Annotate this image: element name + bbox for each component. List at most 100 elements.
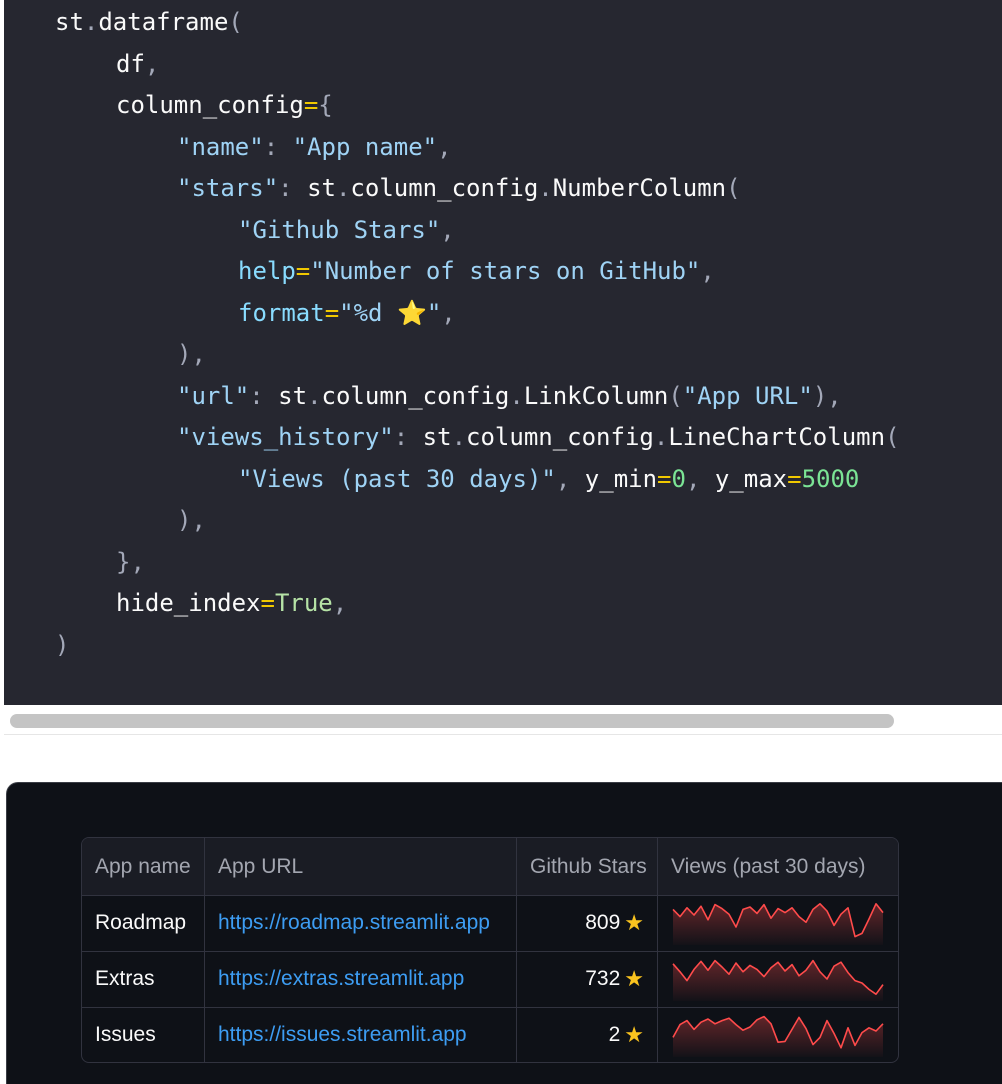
code-token: = (787, 464, 802, 493)
code-token: dataframe (98, 8, 229, 36)
code-line: "views_history": st.column_config.LineCh… (177, 422, 900, 452)
code-line: ) (55, 630, 69, 660)
code-line: ), (177, 505, 206, 535)
code-line: format="%d ⭐", (238, 298, 456, 328)
column-header-app-url[interactable]: App URL (205, 838, 517, 895)
code-token: st (55, 8, 84, 36)
code-token: "name" (177, 132, 264, 161)
code-token: . (451, 423, 467, 451)
cell-app-url[interactable]: https://roadmap.streamlit.app (205, 895, 517, 951)
code-token: st (307, 174, 336, 202)
code-token: . (335, 174, 351, 202)
star-icon: ★ (624, 910, 644, 935)
star-icon: ★ (624, 1022, 644, 1047)
column-header-label: App name (95, 854, 191, 878)
code-token: : (393, 423, 423, 451)
column-header-views[interactable]: Views (past 30 days) (658, 838, 898, 895)
code-token: ( (726, 174, 741, 202)
table-row[interactable]: Issues https://issues.streamlit.app 2 ★ (82, 1007, 898, 1062)
code-token: ( (668, 381, 683, 410)
code-token: , (555, 464, 585, 493)
code-token: column_config (321, 381, 510, 410)
code-token: y_max (714, 464, 788, 493)
code-line: column_config={ (116, 90, 333, 120)
code-token: y_min (584, 464, 658, 493)
code-token: { (318, 91, 333, 119)
code-token: "%d ⭐" (339, 298, 442, 327)
code-line: hide_index=True, (116, 588, 347, 618)
code-token: = (657, 464, 672, 493)
code-token: df (116, 49, 145, 78)
code-line: ), (177, 339, 206, 369)
column-header-label: Views (past 30 days) (671, 854, 866, 878)
code-token: NumberColumn (552, 174, 727, 202)
code-token: , (440, 215, 455, 244)
code-token: = (303, 91, 319, 119)
table-header-row: App name App URL Github Stars Views (pas… (82, 838, 898, 896)
cell-text: Extras (95, 967, 155, 990)
code-token: 0 (671, 464, 686, 493)
code-token: "Github Stars" (238, 215, 441, 244)
code-token: = (295, 257, 311, 285)
table-row[interactable]: Roadmap https://roadmap.streamlit.app 80… (82, 895, 898, 952)
code-token: = (260, 589, 275, 617)
cell-github-stars[interactable]: 809 ★ (517, 895, 658, 951)
cell-app-name[interactable]: Issues (82, 1007, 205, 1062)
table-row[interactable]: Extras https://extras.streamlit.app 732 ★ (82, 951, 898, 1008)
column-header-app-name[interactable]: App name (82, 838, 205, 895)
cell-text: Roadmap (95, 911, 187, 934)
column-header-label: App URL (218, 854, 304, 878)
code-token: }, (116, 547, 145, 576)
code-token: "views_history" (177, 423, 394, 451)
code-token: = (324, 298, 340, 327)
code-token: : (263, 132, 293, 161)
code-token: , (700, 257, 715, 285)
code-token: st (422, 423, 452, 451)
stars-value: 2 (608, 1023, 621, 1046)
cell-app-name[interactable]: Extras (82, 951, 205, 1007)
code-token: "Number of stars on GitHub" (310, 257, 701, 285)
code-line: "name": "App name", (177, 132, 452, 162)
cell-text: Issues (95, 1023, 156, 1046)
code-line: "Github Stars", (238, 215, 455, 245)
code-line: "stars": st.column_config.NumberColumn( (177, 173, 741, 203)
code-token: "Views (past 30 days)" (238, 464, 556, 493)
code-token: ( (228, 8, 243, 36)
code-token: : (278, 174, 308, 202)
code-token: LinkColumn (523, 381, 669, 410)
cell-views-sparkline[interactable] (658, 1007, 898, 1062)
code-token: column_config (116, 91, 304, 119)
cell-github-stars[interactable]: 2 ★ (517, 1007, 658, 1062)
scrollbar-thumb[interactable] (10, 714, 894, 728)
horizontal-scrollbar[interactable] (4, 706, 1002, 735)
code-token: ), (812, 381, 842, 410)
code-token: , (332, 589, 348, 617)
views-sparkline (672, 1015, 884, 1057)
code-token: ), (177, 340, 206, 368)
code-line: "url": st.column_config.LinkColumn("App … (177, 381, 842, 411)
stars-value: 732 (585, 967, 621, 990)
code-token: ) (55, 630, 70, 659)
app-url-link[interactable]: https://roadmap.streamlit.app (218, 911, 490, 935)
code-token: 5000 (801, 464, 860, 493)
code-token: "url" (177, 381, 250, 410)
cell-github-stars[interactable]: 732 ★ (517, 951, 658, 1007)
views-sparkline (672, 959, 884, 1001)
code-token: "App URL" (682, 381, 813, 410)
column-header-label: Github Stars (530, 854, 647, 878)
app-url-link[interactable]: https://issues.streamlit.app (218, 1023, 467, 1047)
code-token: hide_index (116, 589, 261, 617)
code-token: ( (885, 423, 900, 451)
cell-app-url[interactable]: https://issues.streamlit.app (205, 1007, 517, 1062)
code-token: help (238, 257, 296, 285)
app-url-link[interactable]: https://extras.streamlit.app (218, 967, 464, 991)
cell-app-url[interactable]: https://extras.streamlit.app (205, 951, 517, 1007)
code-line: df, (116, 49, 159, 79)
cell-views-sparkline[interactable] (658, 895, 898, 951)
cell-views-sparkline[interactable] (658, 951, 898, 1007)
code-token: ), (177, 506, 206, 534)
star-icon: ★ (624, 966, 644, 991)
column-header-github-stars[interactable]: Github Stars (517, 838, 658, 895)
cell-app-name[interactable]: Roadmap (82, 895, 205, 951)
code-token: . (83, 8, 99, 36)
